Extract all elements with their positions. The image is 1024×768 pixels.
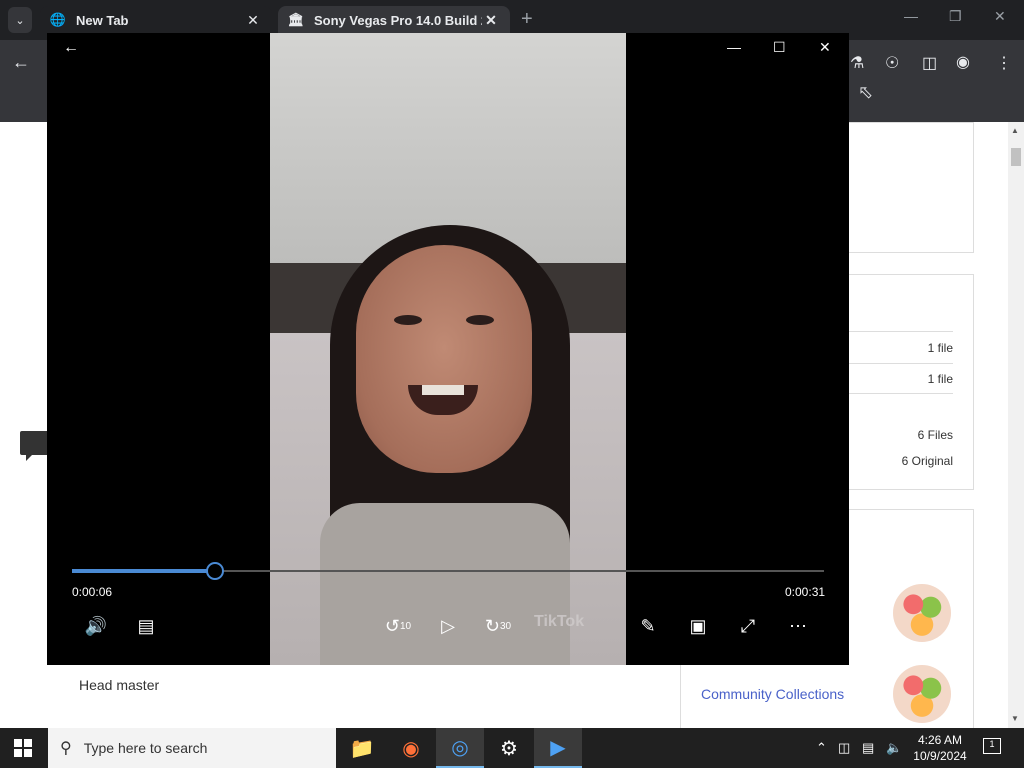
community-collections-link[interactable]: Community Collections: [701, 686, 844, 702]
profile-avatar-icon[interactable]: ◉: [956, 52, 970, 72]
video-eye: [394, 315, 422, 325]
restore-icon[interactable]: ❐: [949, 8, 962, 25]
chevron-down-icon: ⌄: [15, 14, 25, 27]
total-time: 0:00:31: [785, 585, 826, 599]
maximize-icon[interactable]: ☐: [773, 39, 786, 56]
side-panel-icon[interactable]: ◫: [922, 53, 937, 73]
media-player-window: TikTok ← — ☐ ✕ 0:00:06 0:00:31 🔊 ▤ ↺ 10 ▷…: [47, 33, 849, 665]
extension-icon[interactable]: ☉: [885, 53, 899, 73]
chrome-icon[interactable]: ◎: [436, 728, 484, 768]
minimize-icon[interactable]: —: [904, 8, 918, 24]
skip-forward-button[interactable]: ↻ 30: [483, 611, 513, 641]
collection-thumbnail[interactable]: [893, 584, 951, 642]
fullscreen-icon[interactable]: ⤢: [733, 611, 763, 641]
divider: [849, 393, 953, 394]
file-explorer-icon[interactable]: 📁: [338, 728, 386, 768]
new-tab-button[interactable]: +: [521, 8, 533, 31]
skip-back-button[interactable]: ↺ 10: [383, 611, 413, 641]
edit-pencil-icon[interactable]: ✎: [633, 611, 663, 641]
firefox-icon[interactable]: ◉: [387, 728, 435, 768]
video-eye: [466, 315, 494, 325]
seek-progress: [72, 569, 215, 573]
tab-title: New Tab: [76, 12, 129, 28]
more-options-icon[interactable]: ⋯: [783, 611, 813, 641]
comment-icon[interactable]: [20, 431, 50, 461]
notification-count: 1: [989, 739, 995, 749]
search-icon: ⚲: [60, 740, 72, 757]
mouse-cursor-icon: ⬁: [858, 82, 874, 102]
collection-thumbnail[interactable]: [893, 665, 951, 723]
windows-taskbar: ⚲ Type here to search 📁 ◉ ◎ ⚙ ▶ ⌃ ◫ ▤ 🔈 …: [0, 728, 1024, 768]
media-player-icon[interactable]: ▶: [534, 728, 582, 768]
back-arrow-icon[interactable]: ←: [12, 52, 30, 73]
info-card-top: [848, 122, 974, 253]
settings-gear-icon[interactable]: ⚙: [485, 728, 533, 768]
tiktok-watermark: TikTok: [534, 613, 585, 630]
scroll-down-icon[interactable]: ▼: [1011, 714, 1019, 723]
skip-back-label: 10: [399, 620, 412, 632]
video-person-face: [356, 245, 532, 473]
file-count: 1 file: [927, 372, 953, 386]
speaker-icon[interactable]: 🔈: [886, 740, 902, 756]
taskbar-search-input[interactable]: ⚲ Type here to search: [48, 728, 336, 768]
tab-sony-vegas[interactable]: 🏛 Sony Vegas Pro 14.0 Build 252 ✕: [278, 6, 510, 34]
minimize-icon[interactable]: —: [727, 39, 741, 55]
labs-flask-icon[interactable]: ⚗: [850, 53, 864, 73]
close-icon[interactable]: ✕: [244, 12, 262, 29]
video-teeth: [422, 385, 464, 395]
system-clock[interactable]: 4:26 AM 10/9/2024: [912, 732, 968, 764]
volume-icon[interactable]: 🔊: [81, 611, 111, 641]
search-placeholder: Type here to search: [83, 740, 208, 756]
menu-kebab-icon[interactable]: ⋮: [996, 53, 1012, 73]
tray-chevron-icon[interactable]: ⌃: [816, 740, 827, 756]
globe-icon: 🌐: [49, 12, 67, 27]
clock-date: 10/9/2024: [913, 749, 967, 763]
seek-handle[interactable]: [206, 562, 224, 580]
divider: [849, 331, 953, 332]
security-icon[interactable]: ◫: [838, 740, 850, 756]
file-count: 6 Original: [901, 454, 953, 468]
close-icon[interactable]: ✕: [819, 39, 831, 56]
scroll-up-icon[interactable]: ▲: [1011, 126, 1019, 135]
tab-search-button[interactable]: ⌄: [8, 7, 32, 33]
clock-time: 4:26 AM: [917, 733, 963, 747]
back-arrow-icon[interactable]: ←: [63, 39, 79, 57]
file-count: 1 file: [927, 341, 953, 355]
page-scrollbar[interactable]: ▲ ▼: [1008, 122, 1024, 728]
network-icon[interactable]: ▤: [862, 740, 874, 756]
skip-forward-label: 30: [499, 620, 512, 632]
windows-start-icon[interactable]: [14, 739, 32, 757]
headmaster-label: Head master: [79, 677, 160, 693]
close-icon[interactable]: ✕: [482, 12, 500, 29]
close-window-icon[interactable]: ✕: [994, 8, 1006, 25]
scroll-thumb[interactable]: [1011, 148, 1021, 166]
tab-new-tab[interactable]: 🌐 New Tab ✕: [40, 6, 272, 34]
archive-icon: 🏛: [287, 12, 305, 27]
mini-view-icon[interactable]: ▣: [683, 611, 713, 641]
current-time: 0:00:06: [72, 585, 113, 599]
file-count: 6 Files: [917, 428, 953, 442]
notification-icon[interactable]: 1: [983, 738, 1001, 754]
divider: [849, 363, 953, 364]
play-icon[interactable]: ▷: [433, 611, 463, 641]
files-card: 1 file 1 file 6 Files 6 Original: [848, 274, 974, 490]
tab-title: Sony Vegas Pro 14.0 Build 252: [314, 12, 482, 28]
subtitles-icon[interactable]: ▤: [131, 611, 161, 641]
